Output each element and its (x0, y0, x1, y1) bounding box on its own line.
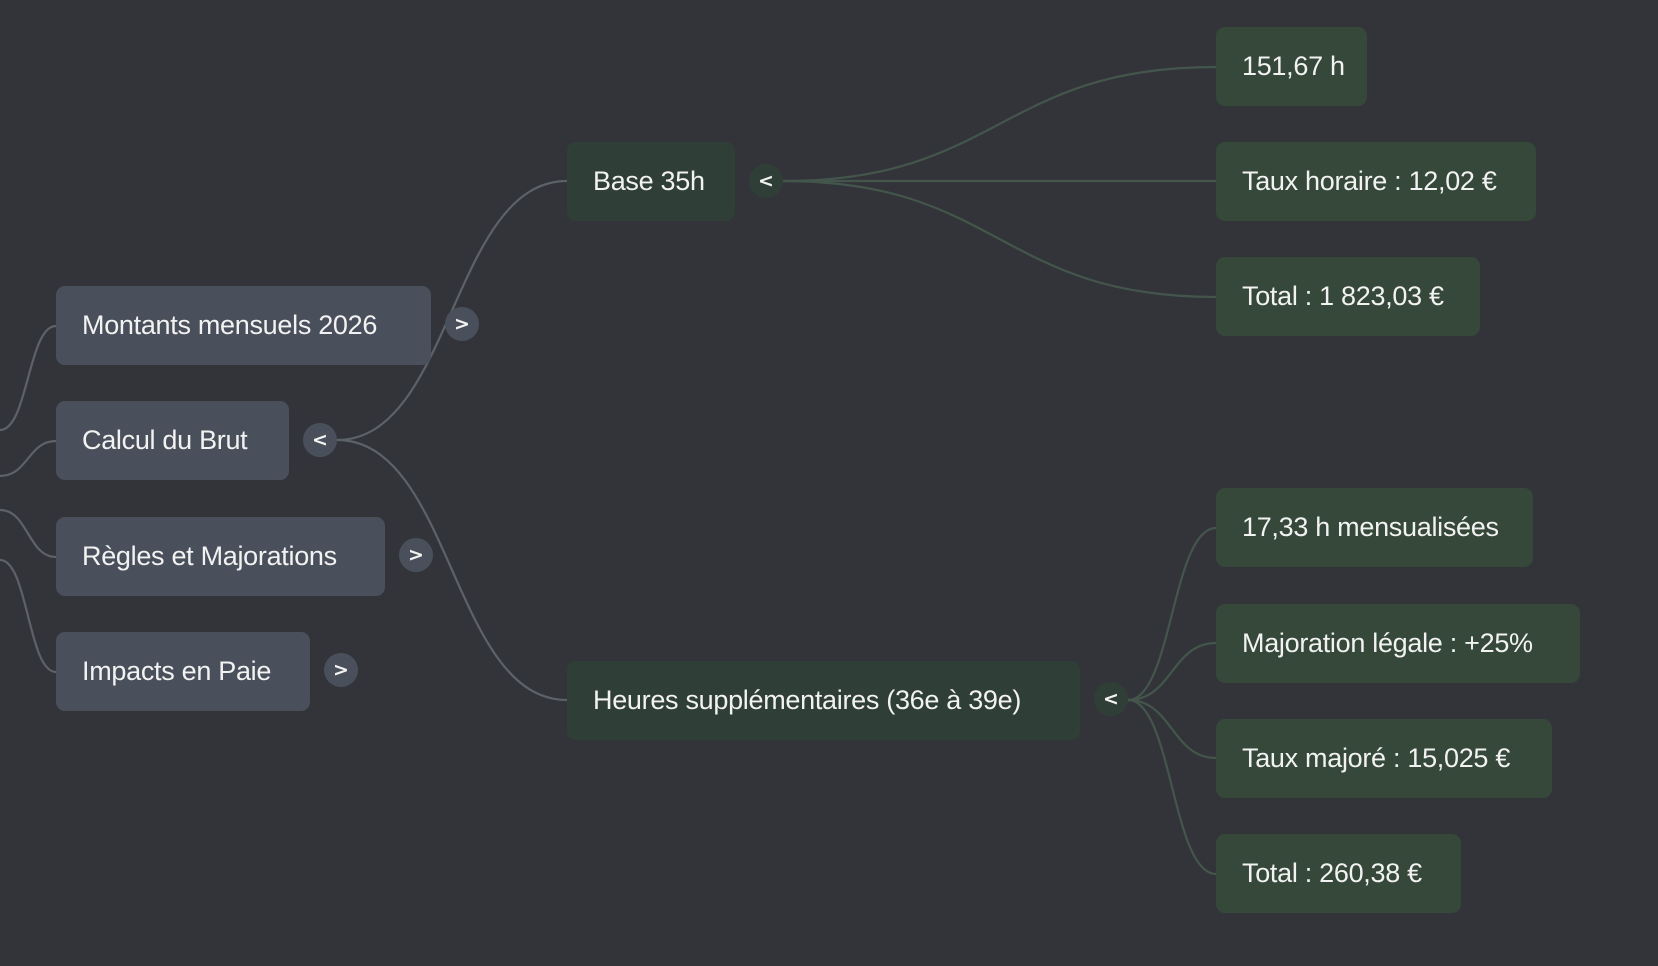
expand-toggle-montants-mensuels-2026[interactable]: > (445, 307, 479, 341)
connector-base35h-151h (782, 65, 1217, 183)
node-regles-et-majorations[interactable]: Règles et Majorations (56, 517, 385, 596)
leaf-151-67-h[interactable]: 151,67 h (1216, 27, 1367, 106)
leaf-majoration-legale[interactable]: Majoration légale : +25% (1216, 604, 1580, 683)
connector-root-impacts (0, 558, 57, 674)
leaf-17-33-h-mensualisees[interactable]: 17,33 h mensualisées (1216, 488, 1533, 567)
expand-toggle-impacts-en-paie[interactable]: > (324, 653, 358, 687)
collapse-toggle-calcul-du-brut[interactable]: < (303, 423, 337, 457)
connector-heures-sup-taux (1127, 698, 1217, 760)
node-montants-mensuels-2026[interactable]: Montants mensuels 2026 (56, 286, 431, 365)
connector-base35h-total (782, 179, 1217, 299)
leaf-total-base[interactable]: Total : 1 823,03 € (1216, 257, 1480, 336)
node-heures-supplementaires[interactable]: Heures supplémentaires (36e à 39e) (567, 661, 1080, 740)
connector-root-calcul (0, 439, 57, 478)
leaf-total-heures-sup[interactable]: Total : 260,38 € (1216, 834, 1461, 913)
connector-heures-sup-majoration (1127, 641, 1217, 702)
connector-root-regles (0, 508, 57, 559)
node-calcul-du-brut[interactable]: Calcul du Brut (56, 401, 289, 480)
expand-toggle-regles-et-majorations[interactable]: > (399, 538, 433, 572)
mindmap-canvas: Montants mensuels 2026 > Calcul du Brut … (0, 0, 1658, 966)
node-impacts-en-paie[interactable]: Impacts en Paie (56, 632, 310, 711)
collapse-toggle-base-35h[interactable]: < (749, 164, 783, 198)
node-base-35h[interactable]: Base 35h (567, 142, 735, 221)
connector-root-montants (0, 324, 57, 432)
connector-heures-sup-mensualisees (1127, 526, 1217, 702)
leaf-taux-majore[interactable]: Taux majoré : 15,025 € (1216, 719, 1552, 798)
leaf-taux-horaire[interactable]: Taux horaire : 12,02 € (1216, 142, 1536, 221)
connector-heures-sup-total (1127, 698, 1217, 876)
collapse-toggle-heures-supplementaires[interactable]: < (1094, 682, 1128, 716)
